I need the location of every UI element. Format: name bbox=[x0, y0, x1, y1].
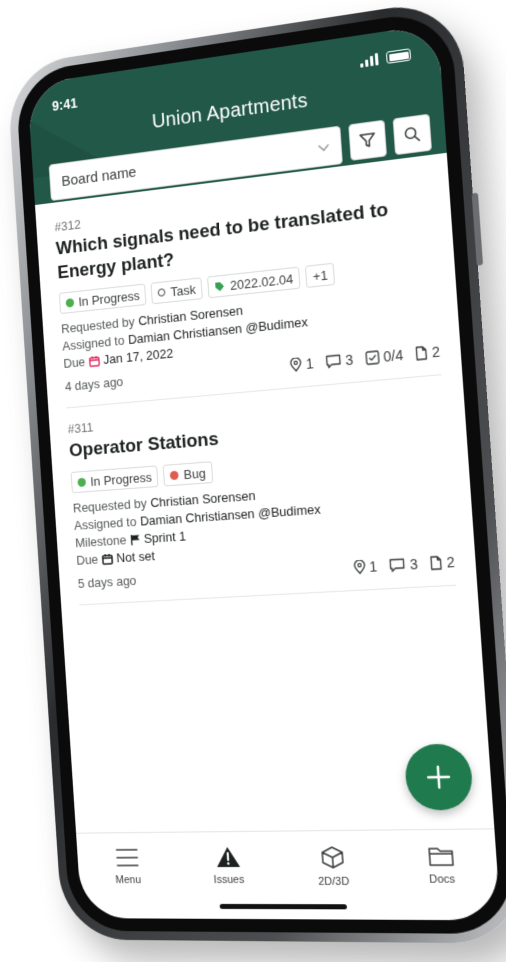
search-button[interactable] bbox=[393, 114, 432, 156]
status-dot bbox=[77, 477, 86, 486]
location-count-value: 1 bbox=[305, 356, 314, 373]
due-value: Jan 17, 2022 bbox=[103, 346, 174, 367]
document-icon bbox=[430, 555, 443, 570]
issue-card-312[interactable]: #312 Which signals need to be translated… bbox=[54, 174, 442, 409]
assigned-to-label: Assigned to bbox=[74, 514, 137, 533]
status-tag[interactable]: In Progress bbox=[71, 465, 159, 493]
document-count: 2 bbox=[415, 344, 441, 363]
location-count: 1 bbox=[353, 558, 378, 576]
issue-card-311[interactable]: #311 Operator Stations In Progress Bug R… bbox=[67, 390, 456, 606]
home-indicator bbox=[220, 904, 347, 909]
flag-icon bbox=[130, 533, 141, 545]
more-tags-badge[interactable]: +1 bbox=[305, 263, 335, 288]
comment-count: 3 bbox=[389, 556, 418, 574]
type-tag-label: Bug bbox=[183, 465, 206, 481]
issue-age: 5 days ago bbox=[77, 573, 136, 591]
location-count: 1 bbox=[290, 356, 315, 374]
milestone-value: Sprint 1 bbox=[143, 529, 186, 546]
checkbox-icon bbox=[365, 350, 380, 366]
location-count-value: 1 bbox=[369, 558, 378, 575]
issue-age: 4 days ago bbox=[65, 374, 124, 394]
comment-count: 3 bbox=[325, 352, 354, 371]
status-icons bbox=[360, 48, 412, 68]
milestone-label: Milestone bbox=[75, 533, 127, 551]
add-issue-button[interactable] bbox=[403, 743, 474, 810]
nav-label-2d3d: 2D/3D bbox=[318, 876, 350, 888]
phone-screen: 9:41 Union Apartments Board name #312 Wh… bbox=[27, 24, 501, 921]
document-icon bbox=[415, 346, 428, 362]
bug-dot bbox=[170, 470, 179, 479]
calendar-icon bbox=[101, 552, 113, 564]
date-tag[interactable]: 2022.02.04 bbox=[207, 267, 301, 299]
cube-icon bbox=[318, 845, 346, 870]
more-tags-label: +1 bbox=[312, 267, 328, 284]
document-count-value: 2 bbox=[446, 554, 455, 571]
phone-device: 9:41 Union Apartments Board name #312 Wh… bbox=[6, 0, 506, 944]
filter-icon bbox=[358, 130, 377, 151]
checklist-count: 0/4 bbox=[365, 347, 404, 367]
status-tag-label: In Progress bbox=[78, 288, 140, 309]
search-icon bbox=[402, 124, 422, 145]
document-count-value: 2 bbox=[431, 344, 440, 361]
chevron-down-icon bbox=[316, 139, 331, 155]
checklist-count-value: 0/4 bbox=[383, 347, 404, 365]
nav-item-menu[interactable]: Menu bbox=[89, 847, 166, 886]
plus-icon bbox=[424, 763, 453, 790]
comment-icon bbox=[389, 558, 406, 573]
issue-list: #312 Which signals need to be translated… bbox=[35, 153, 494, 833]
nav-label-issues: Issues bbox=[213, 874, 244, 886]
folder-icon bbox=[426, 844, 454, 867]
status-time: 9:41 bbox=[52, 95, 78, 114]
comment-icon bbox=[325, 354, 342, 370]
calendar-icon bbox=[88, 355, 100, 368]
nav-label-docs: Docs bbox=[429, 873, 456, 885]
due-label: Due bbox=[63, 355, 86, 372]
task-circle-icon bbox=[158, 288, 166, 297]
type-tag[interactable]: Bug bbox=[163, 461, 213, 486]
filter-button[interactable] bbox=[348, 120, 387, 161]
location-pin-icon bbox=[353, 560, 366, 575]
due-value: Not set bbox=[116, 548, 155, 565]
issue-stats: 1 3 0/4 2 bbox=[290, 344, 441, 374]
status-tag[interactable]: In Progress bbox=[59, 284, 147, 315]
document-count: 2 bbox=[429, 554, 455, 572]
nav-item-2d3d[interactable]: 2D/3D bbox=[292, 845, 375, 888]
battery-icon bbox=[386, 48, 411, 64]
nav-item-issues[interactable]: Issues bbox=[189, 846, 268, 886]
type-tag-label: Task bbox=[170, 282, 196, 299]
warning-icon bbox=[214, 846, 240, 868]
date-tag-label: 2022.02.04 bbox=[230, 271, 294, 293]
nav-item-docs[interactable]: Docs bbox=[399, 844, 485, 886]
signal-icon bbox=[360, 53, 379, 68]
label-icon bbox=[214, 281, 225, 293]
menu-icon bbox=[114, 847, 139, 869]
comment-count-value: 3 bbox=[345, 352, 354, 369]
due-label: Due bbox=[76, 552, 99, 568]
type-tag[interactable]: Task bbox=[151, 278, 203, 305]
requested-by-label: Requested by bbox=[72, 496, 147, 516]
location-pin-icon bbox=[290, 358, 303, 373]
status-dot bbox=[66, 298, 75, 308]
issue-stats: 1 3 2 bbox=[353, 554, 456, 576]
bottom-nav: Menu Issues 2D/3D Docs bbox=[76, 828, 501, 920]
comment-count-value: 3 bbox=[409, 556, 418, 573]
nav-label-menu: Menu bbox=[115, 874, 141, 886]
status-tag-label: In Progress bbox=[90, 469, 152, 488]
